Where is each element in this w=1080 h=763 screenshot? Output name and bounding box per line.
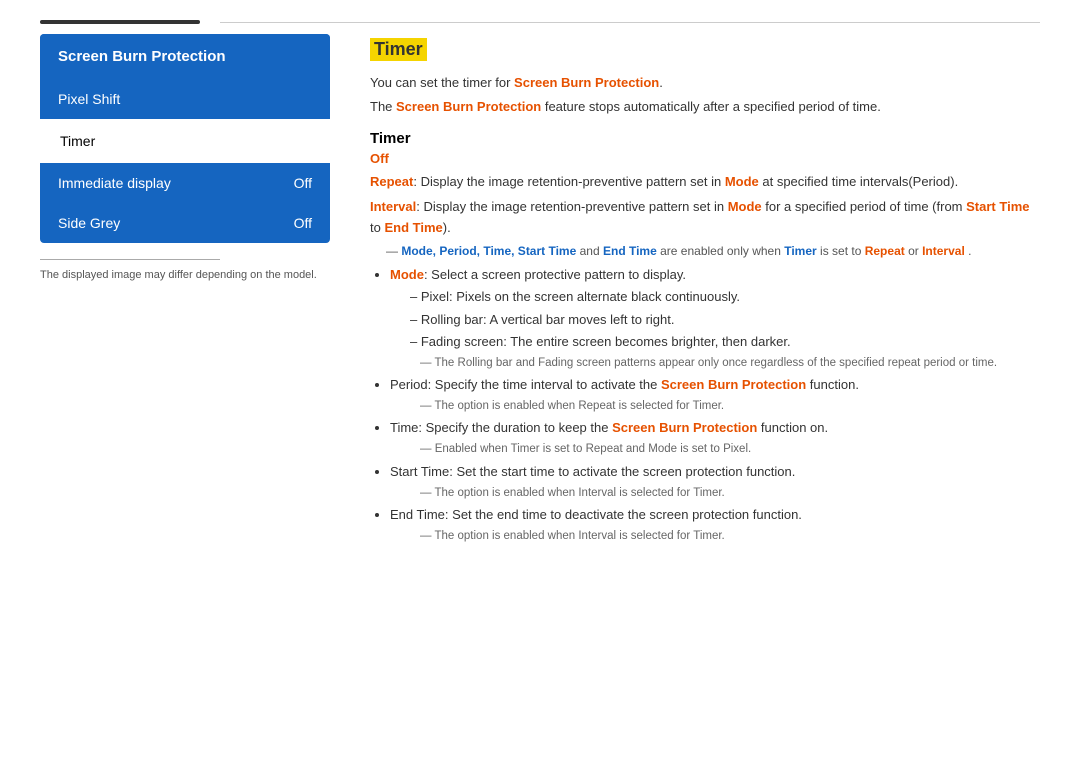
pixel-text: : Pixels on the screen alternate black c… bbox=[449, 289, 740, 304]
sidebar-item-immediatedisplay-label: Immediate display bbox=[58, 175, 171, 191]
note1-or: or bbox=[908, 244, 922, 258]
sidebar: Screen Burn Protection Pixel Shift Timer… bbox=[40, 34, 330, 549]
sub-pixel: Pixel: Pixels on the screen alternate bl… bbox=[410, 286, 1040, 308]
repeat-desc-pre: : Display the image retention-preventive… bbox=[413, 174, 724, 189]
endtime-note: The option is enabled when Interval is s… bbox=[420, 528, 1040, 545]
sidebar-item-pixelshift[interactable]: Pixel Shift bbox=[40, 79, 330, 119]
intro1-pre: You can set the timer for bbox=[370, 75, 514, 90]
mode-key: Mode bbox=[390, 267, 424, 282]
pixel-key: Pixel bbox=[421, 289, 449, 304]
intro1-post: . bbox=[659, 75, 663, 90]
bullet-period: Period: Specify the time interval to act… bbox=[390, 374, 1040, 415]
sidebar-item-sidegrey-value: Off bbox=[294, 215, 312, 231]
interval-end: End Time bbox=[384, 220, 442, 235]
enabled-note: Mode, Period, Time, Start Time and End T… bbox=[386, 242, 1040, 260]
note1-mid: are enabled only when bbox=[660, 244, 784, 258]
top-bar-light-line bbox=[220, 22, 1040, 23]
interval-mode: Mode bbox=[728, 199, 762, 214]
mode-text: : Select a screen protective pattern to … bbox=[424, 267, 686, 282]
sidebar-title: Screen Burn Protection bbox=[40, 34, 330, 79]
interval-desc: Interval: Display the image retention-pr… bbox=[370, 197, 1040, 239]
top-bar-dark-line bbox=[40, 20, 200, 24]
sidebar-item-timer-label: Timer bbox=[60, 133, 95, 149]
time-sbp: Screen Burn Protection bbox=[612, 420, 757, 435]
bullet-endtime: End Time: Set the end time to deactivate… bbox=[390, 504, 1040, 545]
bullet-time: Time: Specify the duration to keep the S… bbox=[390, 417, 1040, 458]
intro-line-1: You can set the timer for Screen Burn Pr… bbox=[370, 73, 1040, 93]
starttime-text: : Set the start time to activate the scr… bbox=[449, 464, 795, 479]
sidebar-item-timer[interactable]: Timer bbox=[40, 119, 330, 163]
time-note: Enabled when Timer is set to Repeat and … bbox=[420, 441, 1040, 458]
sidebar-divider bbox=[40, 259, 220, 260]
period-sbp: Screen Burn Protection bbox=[661, 377, 806, 392]
sub-rollingbar: Rolling bar: A vertical bar moves left t… bbox=[410, 309, 1040, 331]
fadingscreen-text: : The entire screen becomes brighter, th… bbox=[503, 334, 790, 349]
intro2-pre: The bbox=[370, 99, 396, 114]
repeat-mode: Mode bbox=[725, 174, 759, 189]
sub-fadingscreen: Fading screen: The entire screen becomes… bbox=[410, 331, 1040, 353]
note1-and: and bbox=[580, 244, 603, 258]
sidebar-panel: Screen Burn Protection Pixel Shift Timer… bbox=[40, 34, 330, 243]
content-title: Timer bbox=[370, 38, 427, 61]
note1-interval: Interval bbox=[922, 244, 965, 258]
sidebar-item-sidegrey-label: Side Grey bbox=[58, 215, 120, 231]
interval-desc-pre: : Display the image retention-preventive… bbox=[416, 199, 727, 214]
section-title: Timer bbox=[370, 130, 1040, 147]
rollingbar-key: Rolling bar bbox=[421, 312, 483, 327]
main-bullet-list: Mode: Select a screen protective pattern… bbox=[390, 264, 1040, 545]
interval-to: to bbox=[370, 220, 384, 235]
interval-key: Interval bbox=[370, 199, 416, 214]
endtime-key: End Time bbox=[390, 507, 445, 522]
note1-terms: Mode, Period, Time, Start Time bbox=[401, 244, 576, 258]
intro-line-2: The Screen Burn Protection feature stops… bbox=[370, 97, 1040, 117]
mode-sub-list: Pixel: Pixels on the screen alternate bl… bbox=[410, 286, 1040, 352]
mode-subnote: The Rolling bar and Fading screen patter… bbox=[420, 355, 1040, 372]
interval-start: Start Time bbox=[966, 199, 1029, 214]
sidebar-item-sidegrey[interactable]: Side Grey Off bbox=[40, 203, 330, 243]
period-key: Period bbox=[390, 377, 428, 392]
sidebar-item-immediatedisplay-value: Off bbox=[294, 175, 312, 191]
time-text-post: function on. bbox=[757, 420, 828, 435]
main-content: Screen Burn Protection Pixel Shift Timer… bbox=[0, 34, 1080, 549]
note1-post: . bbox=[968, 244, 971, 258]
intro2-post: feature stops automatically after a spec… bbox=[541, 99, 881, 114]
bullet-starttime: Start Time: Set the start time to activa… bbox=[390, 461, 1040, 502]
sidebar-note: The displayed image may differ depending… bbox=[40, 268, 330, 283]
repeat-desc: Repeat: Display the image retention-prev… bbox=[370, 172, 1040, 193]
repeat-key: Repeat bbox=[370, 174, 413, 189]
intro2-link: Screen Burn Protection bbox=[396, 99, 541, 114]
time-key: Time bbox=[390, 420, 418, 435]
interval-desc-mid: for a specified period of time (from bbox=[762, 199, 966, 214]
note1-end: End Time bbox=[603, 244, 657, 258]
note1-timer: Timer bbox=[784, 244, 816, 258]
period-note: The option is enabled when Repeat is sel… bbox=[420, 398, 1040, 415]
interval-post: ). bbox=[443, 220, 451, 235]
note1-repeat: Repeat bbox=[865, 244, 905, 258]
top-bar bbox=[0, 0, 1080, 34]
period-text-pre: : Specify the time interval to activate … bbox=[428, 377, 661, 392]
bullet-mode: Mode: Select a screen protective pattern… bbox=[390, 264, 1040, 372]
starttime-note: The option is enabled when Interval is s… bbox=[420, 485, 1040, 502]
sidebar-item-immediatedisplay[interactable]: Immediate display Off bbox=[40, 163, 330, 203]
fadingscreen-key: Fading screen bbox=[421, 334, 503, 349]
repeat-desc-post: at specified time intervals(Period). bbox=[759, 174, 958, 189]
rollingbar-text: : A vertical bar moves left to right. bbox=[483, 312, 674, 327]
intro1-link: Screen Burn Protection bbox=[514, 75, 659, 90]
endtime-text: : Set the end time to deactivate the scr… bbox=[445, 507, 802, 522]
time-text-pre: : Specify the duration to keep the bbox=[418, 420, 612, 435]
sidebar-item-pixelshift-label: Pixel Shift bbox=[58, 91, 120, 107]
starttime-key: Start Time bbox=[390, 464, 449, 479]
content-area: Timer You can set the timer for Screen B… bbox=[370, 34, 1040, 549]
status-off: Off bbox=[370, 151, 1040, 166]
period-text-post: function. bbox=[806, 377, 859, 392]
note1-is: is set to bbox=[820, 244, 865, 258]
